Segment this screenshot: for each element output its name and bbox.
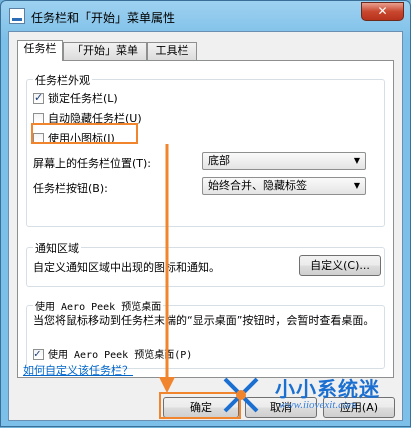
annotation-arrow xyxy=(159,144,175,393)
tab-taskbar[interactable]: 任务栏 xyxy=(17,40,63,61)
properties-window: 任务栏和「开始」菜单属性 ✕ 任务栏 「开始」菜单 工具栏 任务栏外观 锁定任务… xyxy=(0,0,411,427)
arrow-head-icon xyxy=(159,377,175,393)
